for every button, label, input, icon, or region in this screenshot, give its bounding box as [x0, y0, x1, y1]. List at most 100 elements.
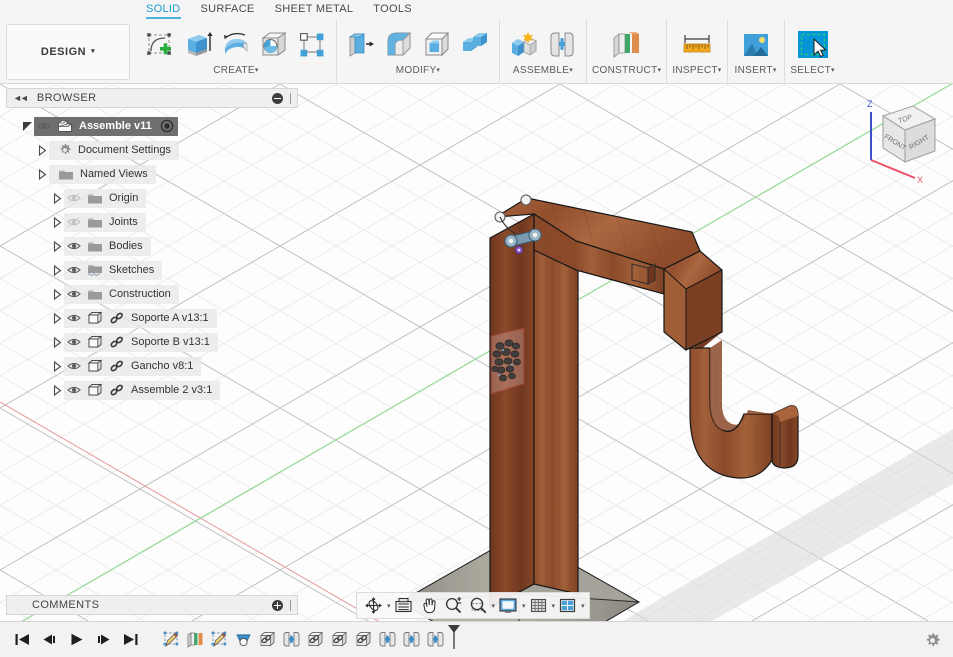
browser-item-content[interactable]: Gancho v8:1 [64, 356, 202, 376]
visibility-eye-icon[interactable] [37, 119, 51, 133]
hook-curve[interactable] [689, 340, 799, 479]
extrude-button[interactable] [179, 24, 217, 66]
create-sketch-button[interactable] [141, 24, 179, 66]
browser-item-content[interactable]: Assemble v11 [34, 116, 178, 136]
pan-button[interactable] [416, 593, 441, 618]
timeline-joint-4[interactable] [425, 629, 446, 651]
browser-item-content[interactable]: Construction [64, 284, 179, 304]
timeline-go-start-button[interactable] [14, 632, 31, 647]
timeline-step-back-button[interactable] [41, 632, 58, 647]
joint-button[interactable] [543, 24, 581, 66]
expand-triangle-closed-icon[interactable] [50, 384, 64, 396]
timeline-revolve-1[interactable] [233, 629, 254, 651]
measure-button[interactable] [674, 24, 720, 66]
offset-plane-button[interactable] [603, 24, 651, 66]
orbit-button[interactable] [361, 593, 386, 618]
browser-item-content[interactable]: Named Views [49, 164, 156, 184]
ribbon-group-select-label[interactable]: SELECT▾ [790, 65, 835, 76]
browser-item-assemble-2-v3-1[interactable]: Assemble 2 v3:1 [6, 378, 298, 402]
timeline-joint-3[interactable] [401, 629, 422, 651]
ribbon-group-assemble-label[interactable]: ASSEMBLE▾ [513, 65, 573, 76]
fit-button[interactable] [466, 593, 491, 618]
timeline-rigidgroup-4[interactable] [353, 629, 374, 651]
browser-item-soporte-a-v13-1[interactable]: Soporte A v13:1 [6, 306, 298, 330]
timeline-plane-1[interactable] [185, 629, 206, 651]
expand-triangle-closed-icon[interactable] [35, 168, 49, 180]
tab-tools[interactable]: TOOLS [363, 0, 422, 20]
panel-resize-grip[interactable] [290, 92, 291, 104]
browser-item-content[interactable]: Document Settings [49, 140, 179, 160]
browser-item-document-settings[interactable]: Document Settings [6, 138, 298, 162]
view-cube-body[interactable]: TOP FRONT RIGHT [881, 105, 937, 163]
browser-item-content[interactable]: Origin [64, 188, 147, 208]
plus-circle-icon[interactable] [272, 599, 283, 611]
expand-triangle-closed-icon[interactable] [50, 264, 64, 276]
ribbon-group-construct-label[interactable]: CONSTRUCT▾ [592, 65, 661, 76]
visibility-eye-icon[interactable] [67, 191, 81, 205]
visibility-eye-icon[interactable] [67, 287, 81, 301]
shell-button[interactable] [418, 24, 456, 66]
visibility-eye-icon[interactable] [67, 335, 81, 349]
timeline-playhead[interactable] [448, 624, 461, 652]
visibility-eye-icon[interactable] [67, 359, 81, 373]
timeline-settings-gear-icon[interactable] [924, 632, 941, 654]
browser-item-soporte-b-v13-1[interactable]: Soporte B v13:1 [6, 330, 298, 354]
expand-triangle-closed-icon[interactable] [50, 240, 64, 252]
timeline-rigidgroup-1[interactable] [257, 629, 278, 651]
tab-solid[interactable]: SOLID [136, 0, 191, 20]
sketch-region[interactable] [490, 327, 525, 395]
browser-item-content[interactable]: Bodies [64, 236, 151, 256]
browser-item-content[interactable]: Assemble 2 v3:1 [64, 380, 221, 400]
grid-snaps-button[interactable] [526, 593, 551, 618]
tab-surface[interactable]: SURFACE [191, 0, 265, 20]
browser-item-content[interactable]: Soporte B v13:1 [64, 332, 218, 352]
expand-triangle-open-icon[interactable] [20, 121, 34, 131]
expand-triangle-closed-icon[interactable] [35, 144, 49, 156]
zoom-button[interactable] [441, 593, 466, 618]
revolve-button[interactable] [217, 24, 255, 66]
pattern-button[interactable] [293, 24, 331, 66]
browser-item-sketches[interactable]: Sketches [6, 258, 298, 282]
fillet-button[interactable] [380, 24, 418, 66]
timeline-go-end-button[interactable] [122, 632, 139, 647]
collapse-left-icon[interactable]: ◄◄ [13, 93, 29, 103]
viewports-button[interactable] [555, 593, 580, 618]
ribbon-group-create-label[interactable]: CREATE▾ [213, 65, 258, 76]
timeline-rigidgroup-2[interactable] [305, 629, 326, 651]
insert-image-button[interactable] [733, 24, 779, 66]
minus-circle-icon[interactable] [272, 92, 283, 104]
browser-item-content[interactable]: Sketches [64, 260, 163, 280]
browser-item-joints[interactable]: Joints [6, 210, 298, 234]
new-component-button[interactable] [505, 24, 543, 66]
ribbon-group-inspect-label[interactable]: INSPECT▾ [672, 65, 721, 76]
browser-item-assemble-v11[interactable]: Assemble v11 [6, 114, 298, 138]
workspace-switcher-button[interactable]: DESIGN ▾ [6, 24, 130, 80]
expand-triangle-closed-icon[interactable] [50, 312, 64, 324]
visibility-eye-icon[interactable] [67, 263, 81, 277]
ribbon-group-insert-label[interactable]: INSERT▾ [735, 65, 777, 76]
comments-resize-grip[interactable] [290, 599, 291, 611]
visibility-eye-icon[interactable] [67, 383, 81, 397]
look-at-button[interactable] [391, 593, 416, 618]
browser-item-content[interactable]: Joints [64, 212, 146, 232]
tab-sheet-metal[interactable]: SHEET METAL [265, 0, 364, 20]
browser-item-construction[interactable]: Construction [6, 282, 298, 306]
activate-component-radio[interactable] [160, 119, 174, 133]
timeline-joint-2[interactable] [377, 629, 398, 651]
expand-triangle-closed-icon[interactable] [50, 288, 64, 300]
visibility-eye-icon[interactable] [67, 311, 81, 325]
timeline-sketch-2[interactable] [209, 629, 230, 651]
select-button[interactable] [790, 24, 836, 66]
expand-triangle-closed-icon[interactable] [50, 360, 64, 372]
ribbon-group-modify-label[interactable]: MODIFY▾ [396, 65, 441, 76]
timeline-step-forward-button[interactable] [95, 632, 112, 647]
expand-triangle-closed-icon[interactable] [50, 192, 64, 204]
timeline-joint-1[interactable] [281, 629, 302, 651]
browser-item-bodies[interactable]: Bodies [6, 234, 298, 258]
browser-item-gancho-v8-1[interactable]: Gancho v8:1 [6, 354, 298, 378]
hole-button[interactable] [255, 24, 293, 66]
expand-triangle-closed-icon[interactable] [50, 336, 64, 348]
vertical-post[interactable] [489, 212, 579, 610]
combine-button[interactable] [456, 24, 494, 66]
visibility-eye-icon[interactable] [67, 239, 81, 253]
